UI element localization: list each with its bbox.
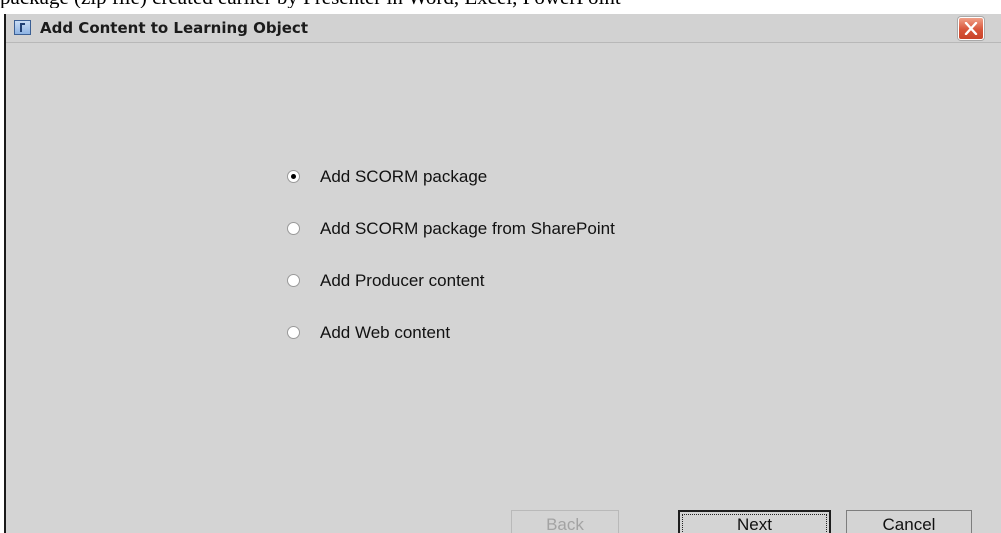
back-button[interactable]: Back xyxy=(511,510,619,533)
dialog-content: Add SCORM package Add SCORM package from… xyxy=(6,43,1001,533)
next-button[interactable]: Next xyxy=(678,510,831,533)
radio-button[interactable] xyxy=(287,274,300,287)
option-label: Add Web content xyxy=(320,323,451,342)
dialog-window: Add Content to Learning Object Add SCORM… xyxy=(4,14,1001,533)
close-icon xyxy=(964,22,978,35)
option-label: Add SCORM package from SharePoint xyxy=(320,219,615,238)
background-document-text: package (zip file) created earlier by Pr… xyxy=(0,0,1001,8)
title-bar[interactable]: Add Content to Learning Object xyxy=(6,14,1001,43)
option-label: Add SCORM package xyxy=(320,167,488,186)
cancel-button[interactable]: Cancel xyxy=(846,510,972,533)
option-label: Add Producer content xyxy=(320,271,485,290)
focus-rectangle xyxy=(682,514,827,533)
radio-button[interactable] xyxy=(287,326,300,339)
window-title: Add Content to Learning Object xyxy=(40,19,308,37)
screenshot-root: package (zip file) created earlier by Pr… xyxy=(0,0,1001,533)
close-button[interactable] xyxy=(958,17,984,40)
radio-button-checked[interactable] xyxy=(287,170,300,183)
app-icon xyxy=(14,20,31,35)
radio-button[interactable] xyxy=(287,222,300,235)
